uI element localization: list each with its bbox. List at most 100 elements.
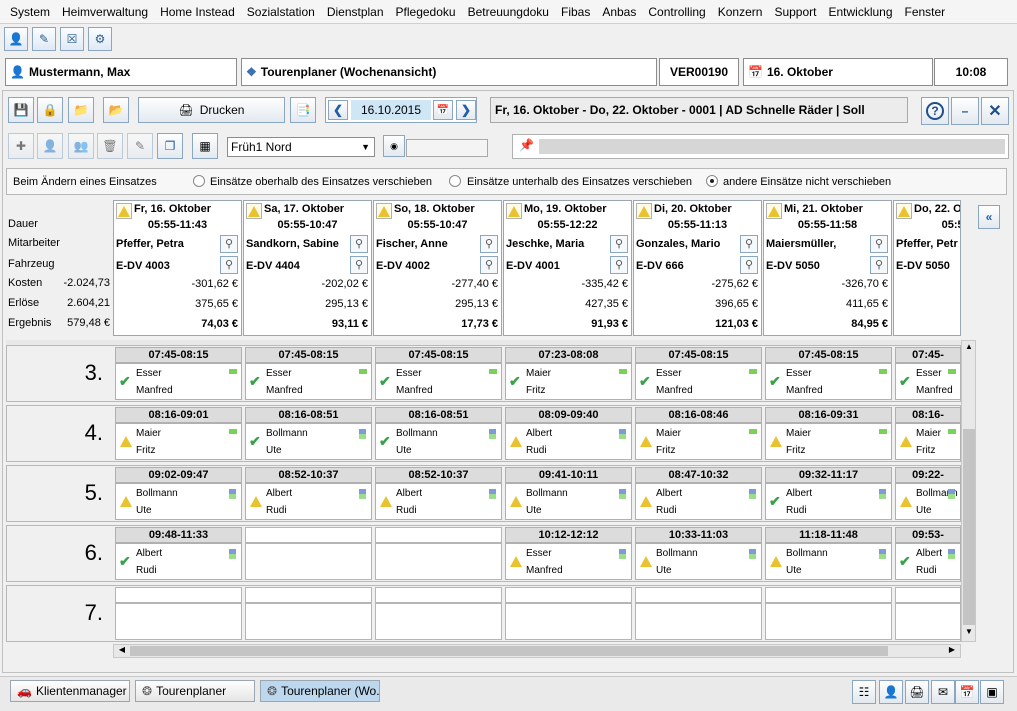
edit-icon[interactable]: ✎ (127, 133, 153, 159)
search-employee-icon[interactable]: ⚲ (610, 235, 628, 253)
date-input[interactable]: 16.10.2015 (351, 100, 431, 120)
slot-time[interactable]: 10:33-11:03 (635, 527, 762, 543)
save-icon[interactable]: 💾 (8, 97, 34, 123)
day-column[interactable]: Fr, 16. Oktober 05:55-11:43 Pfeffer, Pet… (113, 200, 242, 336)
slot-card[interactable]: ✔ Albert Rudi (895, 543, 961, 580)
menu-item-8[interactable]: Anbas (602, 5, 636, 19)
user-flag-icon[interactable]: 👤 (879, 680, 903, 704)
slot-time[interactable]: 07:45- (895, 347, 961, 363)
slot-time[interactable]: 07:45-08:15 (115, 347, 242, 363)
empty-slot-card[interactable] (375, 603, 502, 640)
slot-card[interactable]: Albert Rudi (635, 483, 762, 520)
radio-below[interactable] (449, 175, 461, 187)
slot-card[interactable]: ✔ Esser Manfred (375, 363, 502, 400)
slot-card[interactable]: ✔ Esser Manfred (115, 363, 242, 400)
slot-time[interactable]: 08:16- (895, 407, 961, 423)
day-column[interactable]: Sa, 17. Oktober 05:55-10:47 Sandkorn, Sa… (243, 200, 372, 336)
slot-card[interactable]: Bollmann Ute (895, 483, 961, 520)
tour-select[interactable]: Früh1 Nord ▼ (227, 137, 375, 157)
slot-card[interactable]: ✔ Bollmann Ute (375, 423, 502, 460)
slot-time[interactable]: 11:18-11:48 (765, 527, 892, 543)
empty-slot-time[interactable] (375, 527, 502, 543)
vertical-scrollbar[interactable]: ▲ ▼ (961, 340, 976, 642)
slot-time[interactable]: 10:12-12:12 (505, 527, 632, 543)
next-week-button[interactable]: ❯ (456, 100, 476, 120)
user-switch-icon[interactable]: 👤 (4, 27, 28, 51)
slot-card[interactable]: Maier Fritz (635, 423, 762, 460)
slot-card[interactable]: Maier Fritz (895, 423, 961, 460)
menu-item-7[interactable]: Fibas (561, 5, 590, 19)
scroll-left-icon[interactable]: ◀ (116, 645, 128, 657)
close-button[interactable]: ✕ (981, 97, 1009, 125)
slot-time[interactable]: 07:45-08:15 (375, 347, 502, 363)
slot-card[interactable]: Bollmann Ute (505, 483, 632, 520)
person-icon[interactable]: 👤 (37, 133, 63, 159)
slot-time[interactable]: 08:52-10:37 (375, 467, 502, 483)
horizontal-scroll-thumb[interactable] (130, 646, 888, 656)
scroll-up-icon[interactable]: ▲ (963, 342, 975, 354)
lock-icon[interactable]: 🔒 (37, 97, 63, 123)
search-employee-icon[interactable]: ⚲ (740, 235, 758, 253)
menu-item-10[interactable]: Konzern (718, 5, 763, 19)
day-column[interactable]: Di, 20. Oktober 05:55-11:13 Gonzales, Ma… (633, 200, 762, 336)
calendar-picker-icon[interactable]: 📅 (433, 100, 453, 120)
slot-time[interactable]: 09:48-11:33 (115, 527, 242, 543)
mail-icon[interactable]: ✉ (931, 680, 955, 704)
day-column[interactable]: Do, 22. O 05:55- Pfeffer, Petr E-DV 5050 (893, 200, 961, 336)
tree-icon[interactable]: ☷ (852, 680, 876, 704)
export-icon[interactable]: 📑 (290, 97, 316, 123)
empty-slot-card[interactable] (895, 603, 961, 640)
horizontal-scrollbar[interactable]: ◀ ▶ (113, 644, 961, 658)
help-button[interactable]: ? (921, 97, 949, 125)
slot-time[interactable]: 08:16-08:51 (375, 407, 502, 423)
slot-time[interactable]: 09:02-09:47 (115, 467, 242, 483)
slot-card[interactable]: Esser Manfred (505, 543, 632, 580)
slot-card[interactable]: ✔ Esser Manfred (765, 363, 892, 400)
search-vehicle-icon[interactable]: ⚲ (220, 256, 238, 274)
edit-window-icon[interactable]: ✎ (32, 27, 56, 51)
slot-time[interactable]: 08:16-09:01 (115, 407, 242, 423)
empty-slot-card[interactable] (635, 603, 762, 640)
slot-card[interactable]: ✔ Esser Manfred (635, 363, 762, 400)
slot-card[interactable]: ✔ Albert Rudi (115, 543, 242, 580)
pin-icon[interactable]: 📌 (519, 138, 534, 152)
copy-icon[interactable]: ❐ (157, 133, 183, 159)
slot-time[interactable]: 07:45-08:15 (765, 347, 892, 363)
empty-slot-card[interactable] (505, 603, 632, 640)
search-vehicle-icon[interactable]: ⚲ (870, 256, 888, 274)
menu-item-3[interactable]: Sozialstation (247, 5, 315, 19)
slot-time[interactable]: 07:45-08:15 (245, 347, 372, 363)
menu-item-5[interactable]: Pflegedoku (396, 5, 456, 19)
folder-copy-icon[interactable]: 📂 (103, 97, 129, 123)
vertical-scroll-thumb[interactable] (963, 429, 975, 625)
menu-item-13[interactable]: Fenster (905, 5, 946, 19)
menu-item-6[interactable]: Betreuungdoku (468, 5, 549, 19)
slot-card[interactable]: ✔ Albert Rudi (765, 483, 892, 520)
menu-item-0[interactable]: System (10, 5, 50, 19)
menu-item-1[interactable]: Heimverwaltung (62, 5, 148, 19)
radio-above[interactable] (193, 175, 205, 187)
slot-card[interactable]: Bollmann Ute (635, 543, 762, 580)
folder-up-icon[interactable]: 📁 (68, 97, 94, 123)
slot-card[interactable]: ✔ Maier Fritz (505, 363, 632, 400)
empty-slot-card[interactable] (115, 603, 242, 640)
slot-card[interactable]: Bollmann Ute (115, 483, 242, 520)
slot-time[interactable]: 09:32-11:17 (765, 467, 892, 483)
menu-item-12[interactable]: Entwicklung (828, 5, 892, 19)
user-settings-icon[interactable]: ⚙ (88, 27, 112, 51)
binoculars-icon[interactable]: ◉ (383, 135, 405, 157)
slot-card[interactable]: ✔ Bollmann Ute (245, 423, 372, 460)
empty-slot-time[interactable] (115, 587, 242, 603)
slot-time[interactable]: 08:09-09:40 (505, 407, 632, 423)
menu-item-2[interactable]: Home Instead (160, 5, 235, 19)
slot-time[interactable]: 08:52-10:37 (245, 467, 372, 483)
slot-time[interactable]: 09:41-10:11 (505, 467, 632, 483)
minimize-button[interactable]: – (951, 97, 979, 125)
scroll-down-icon[interactable]: ▼ (963, 627, 975, 639)
empty-slot-card[interactable] (765, 603, 892, 640)
tab-tourenplaner-woche[interactable]: ❂ Tourenplaner (Wo... (260, 680, 380, 702)
slot-time[interactable]: 08:16-09:31 (765, 407, 892, 423)
tab-tourenplaner[interactable]: ❂ Tourenplaner (135, 680, 255, 702)
slot-time[interactable]: 09:53- (895, 527, 961, 543)
add-icon[interactable]: ✚ (8, 133, 34, 159)
